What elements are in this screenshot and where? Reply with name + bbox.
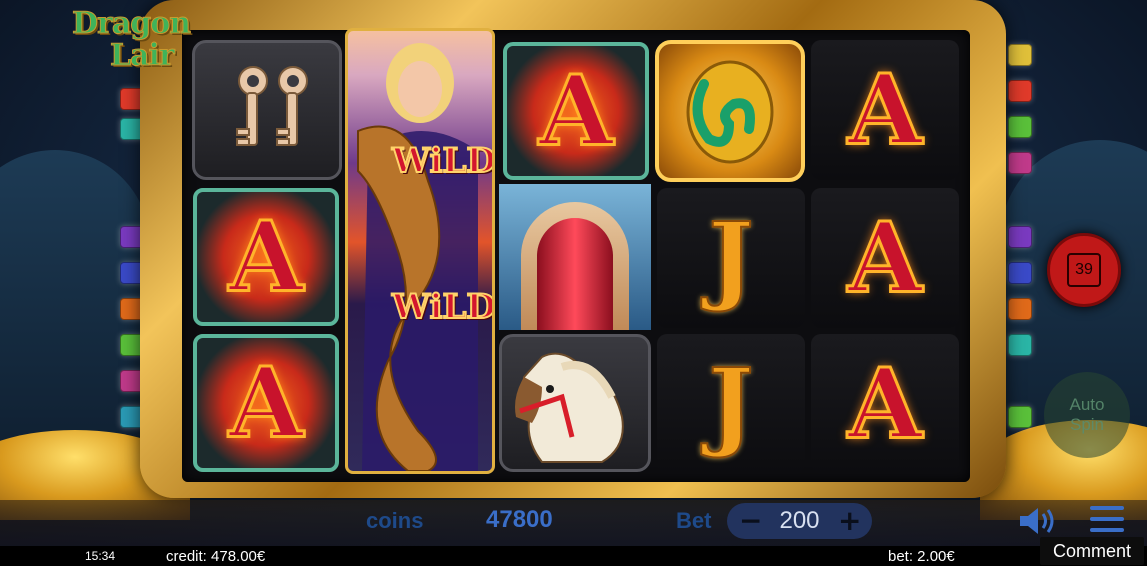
free-spin-counter: 39 bbox=[1067, 253, 1101, 287]
symbol-j: J bbox=[657, 334, 805, 474]
dragon-egg-icon bbox=[686, 60, 774, 164]
symbol-a-letter: A bbox=[537, 53, 614, 169]
symbol-j: J bbox=[657, 188, 805, 328]
bet-value: 200 bbox=[779, 507, 820, 534]
wild-label: WiLD bbox=[391, 286, 495, 328]
symbol-a-letter: A bbox=[227, 199, 304, 315]
clock: 15:34 bbox=[85, 549, 116, 563]
wild-lady-dragon-icon bbox=[357, 43, 478, 471]
logo-text-dragon: Dragon bbox=[72, 6, 192, 41]
symbol-a: A bbox=[503, 42, 649, 180]
payline-light bbox=[1008, 116, 1032, 138]
symbol-j-letter: J bbox=[707, 347, 754, 462]
menu-icon-bar bbox=[1090, 517, 1124, 521]
payline-light bbox=[1008, 298, 1032, 320]
bet-label: Bet bbox=[676, 508, 712, 533]
payline-light bbox=[1008, 406, 1032, 428]
bet-decrease-button[interactable]: − bbox=[739, 506, 762, 536]
autospin-label-2: Spin bbox=[1069, 415, 1105, 434]
symbol-a-letter: A bbox=[846, 52, 923, 168]
symbol-a: A bbox=[193, 334, 339, 472]
coins-label: coins bbox=[366, 508, 424, 533]
payline-light bbox=[1008, 226, 1032, 248]
logo-text-lair: Lair bbox=[110, 38, 176, 73]
control-bar bbox=[0, 500, 1147, 546]
symbol-a: A bbox=[811, 40, 959, 180]
autospin-label-1: Auto bbox=[1069, 395, 1105, 414]
symbol-dragon-egg bbox=[655, 40, 805, 182]
expanded-wild-reel: WiLD WiLD bbox=[345, 28, 495, 474]
symbol-a: A bbox=[811, 334, 959, 474]
payline-light bbox=[1008, 152, 1032, 174]
status-bar: 15:34 credit: 478.00€ bet: 2.00€ bbox=[0, 546, 1147, 566]
symbol-a: A bbox=[811, 188, 959, 328]
autospin-button[interactable]: Auto Spin bbox=[1044, 372, 1130, 458]
horse-icon bbox=[515, 352, 624, 463]
symbol-horse bbox=[499, 334, 651, 472]
payline-light bbox=[1008, 334, 1032, 356]
menu-icon-bar bbox=[1090, 528, 1124, 532]
symbol-a-letter: A bbox=[846, 200, 923, 316]
speaker-icon[interactable] bbox=[1018, 505, 1058, 537]
symbol-keys bbox=[192, 40, 342, 180]
symbol-j-letter: J bbox=[707, 201, 754, 316]
payline-light bbox=[1008, 44, 1032, 66]
bet-stepper: − 200 + bbox=[727, 503, 872, 539]
payline-light bbox=[1008, 262, 1032, 284]
coins-value: 47800 bbox=[486, 506, 553, 533]
symbol-a: A bbox=[193, 188, 339, 326]
menu-icon[interactable] bbox=[1090, 506, 1124, 534]
bet-increase-button[interactable]: + bbox=[838, 506, 861, 536]
bet-display: bet: 2.00€ bbox=[888, 548, 955, 565]
symbol-castle-gate bbox=[499, 184, 651, 330]
comment-button[interactable]: Comment bbox=[1040, 537, 1144, 565]
menu-icon-bar bbox=[1090, 506, 1124, 510]
spin-button-body[interactable]: 39 bbox=[1047, 233, 1121, 307]
game-scene: Dragon Lair A A WiLD WiLD A J J A A A 39… bbox=[0, 0, 1147, 566]
symbol-a-letter: A bbox=[846, 346, 923, 462]
wild-label: WiLD bbox=[391, 140, 495, 182]
castle-door-icon bbox=[537, 218, 613, 330]
credit-display: credit: 478.00€ bbox=[166, 548, 266, 565]
keys-icon bbox=[236, 66, 308, 146]
payline-light bbox=[1008, 80, 1032, 102]
symbol-a-letter: A bbox=[227, 345, 304, 461]
game-logo: Dragon Lair bbox=[72, 6, 204, 73]
spin-button[interactable]: 39 bbox=[1034, 230, 1134, 310]
